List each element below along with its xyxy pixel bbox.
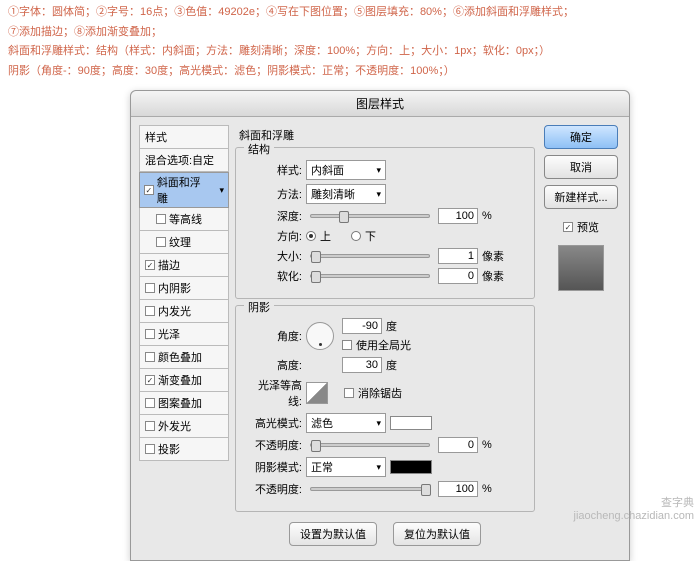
depth-input[interactable]: 100	[438, 208, 478, 224]
section-title: 斜面和浮雕	[239, 127, 535, 143]
shadow-opacity-slider[interactable]	[310, 487, 430, 491]
reset-default-button[interactable]: 复位为默认值	[393, 522, 481, 546]
shading-group: 阴影 角度: -90度 使用全局光 高度:30度 光泽等高线:消除锯齿 高光模式…	[235, 305, 535, 512]
soften-input[interactable]: 0	[438, 268, 478, 284]
new-style-button[interactable]: 新建样式...	[544, 185, 618, 209]
ok-button[interactable]: 确定	[544, 125, 618, 149]
dialog-title: 图层样式	[131, 91, 629, 117]
texture-row[interactable]: 纹理	[139, 231, 229, 254]
layer-style-dialog: 图层样式 样式 混合选项:自定 斜面和浮雕 等高线 纹理 描边 内阴影 内发光 …	[130, 90, 630, 561]
shadow-opacity-input[interactable]: 100	[438, 481, 478, 497]
instruction-text: ①字体：圆体简；②字号：16点；③色值：49202e；④写在下图位置；⑤图层填充…	[0, 0, 700, 86]
make-default-button[interactable]: 设置为默认值	[289, 522, 377, 546]
drop-shadow-row[interactable]: 投影	[139, 438, 229, 461]
global-light-checkbox[interactable]	[342, 340, 352, 350]
antialias-checkbox[interactable]	[344, 388, 354, 398]
highlight-mode-select[interactable]: 滤色	[306, 413, 386, 433]
pattern-overlay-row[interactable]: 图案叠加	[139, 392, 229, 415]
angle-input[interactable]: -90	[342, 318, 382, 334]
highlight-opacity-input[interactable]: 0	[438, 437, 478, 453]
direction-up-radio[interactable]	[306, 231, 316, 241]
angle-dial[interactable]	[306, 322, 334, 350]
styles-list: 样式 混合选项:自定 斜面和浮雕 等高线 纹理 描边 内阴影 内发光 光泽 颜色…	[139, 125, 229, 552]
style-select[interactable]: 内斜面	[306, 160, 386, 180]
blend-options-row[interactable]: 混合选项:自定	[139, 149, 229, 172]
method-select[interactable]: 雕刻清晰	[306, 184, 386, 204]
satin-row[interactable]: 光泽	[139, 323, 229, 346]
shadow-mode-select[interactable]: 正常	[306, 457, 386, 477]
styles-header[interactable]: 样式	[139, 125, 229, 149]
gloss-contour-picker[interactable]	[306, 382, 328, 404]
checkbox-icon[interactable]	[145, 329, 155, 339]
checkbox-icon[interactable]	[145, 444, 155, 454]
inner-glow-row[interactable]: 内发光	[139, 300, 229, 323]
checkbox-icon[interactable]	[145, 283, 155, 293]
cancel-button[interactable]: 取消	[544, 155, 618, 179]
soften-slider[interactable]	[310, 274, 430, 278]
structure-group: 结构 样式:内斜面 方法:雕刻清晰 深度:100% 方向:上下 大小:1像素 软…	[235, 147, 535, 299]
checkbox-icon[interactable]	[145, 421, 155, 431]
highlight-color-swatch[interactable]	[390, 416, 432, 430]
color-overlay-row[interactable]: 颜色叠加	[139, 346, 229, 369]
highlight-opacity-slider[interactable]	[310, 443, 430, 447]
outer-glow-row[interactable]: 外发光	[139, 415, 229, 438]
depth-slider[interactable]	[310, 214, 430, 218]
checkbox-icon[interactable]	[156, 214, 166, 224]
checkbox-icon[interactable]	[145, 375, 155, 385]
direction-down-radio[interactable]	[351, 231, 361, 241]
checkbox-icon[interactable]	[145, 352, 155, 362]
watermark: 查字典 jiaocheng.chazidian.com	[574, 497, 694, 523]
altitude-input[interactable]: 30	[342, 357, 382, 373]
settings-panel: 斜面和浮雕 结构 样式:内斜面 方法:雕刻清晰 深度:100% 方向:上下 大小…	[235, 125, 535, 552]
bevel-emboss-row[interactable]: 斜面和浮雕	[139, 172, 229, 208]
checkbox-icon[interactable]	[145, 260, 155, 270]
size-input[interactable]: 1	[438, 248, 478, 264]
dialog-buttons: 确定 取消 新建样式... 预览	[541, 125, 621, 552]
checkbox-icon[interactable]	[144, 185, 154, 195]
preview-swatch	[558, 245, 604, 291]
checkbox-icon[interactable]	[145, 306, 155, 316]
size-slider[interactable]	[310, 254, 430, 258]
checkbox-icon[interactable]	[145, 398, 155, 408]
inner-shadow-row[interactable]: 内阴影	[139, 277, 229, 300]
contour-row[interactable]: 等高线	[139, 208, 229, 231]
shadow-color-swatch[interactable]	[390, 460, 432, 474]
stroke-row[interactable]: 描边	[139, 254, 229, 277]
gradient-overlay-row[interactable]: 渐变叠加	[139, 369, 229, 392]
preview-checkbox[interactable]	[563, 222, 573, 232]
checkbox-icon[interactable]	[156, 237, 166, 247]
